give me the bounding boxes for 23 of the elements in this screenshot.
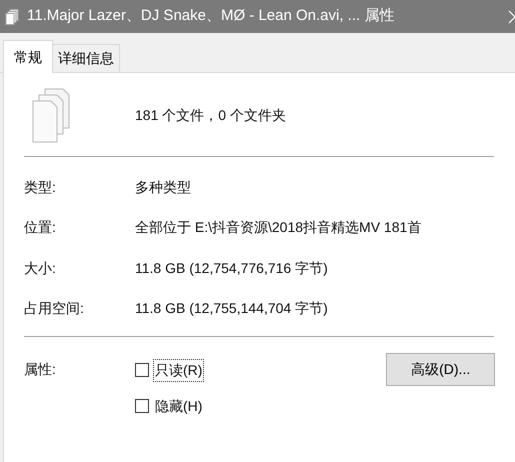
- property-value: 11.8 GB (12,754,776,716 字节): [135, 258, 328, 278]
- property-label: 类型:: [24, 178, 57, 197]
- documents-icon: [5, 8, 19, 24]
- advanced-button[interactable]: 高级(D)...: [386, 353, 495, 386]
- checkbox-label: 隐藏(H): [154, 396, 204, 416]
- checkbox[interactable]: 只读(R): [135, 360, 386, 380]
- tab[interactable]: 常规: [3, 40, 53, 73]
- property-label: 大小:: [24, 258, 57, 278]
- checkbox-box[interactable]: [135, 399, 149, 413]
- checkbox[interactable]: 隐藏(H): [135, 396, 386, 416]
- property-value: 多种类型: [135, 178, 191, 197]
- property-value: 11.8 GB (12,755,144,704 字节): [135, 299, 328, 318]
- attributes-label: 属性:: [24, 360, 57, 379]
- property-value: 全部位于 E:\抖音资源\2018抖音精选MV 181首: [135, 218, 422, 238]
- close-icon[interactable]: [508, 10, 515, 24]
- property-label: 位置:: [24, 218, 57, 238]
- property-label: 占用空间:: [24, 299, 85, 318]
- tab[interactable]: 详细信息: [53, 44, 120, 72]
- documents-icon: [31, 88, 71, 144]
- window-title: 11.Major Lazer、DJ Snake、MØ - Lean On.avi, ... 属性: [27, 6, 394, 26]
- summary-text: 181 个文件，0 个文件夹: [135, 106, 286, 125]
- checkbox-label: 只读(R): [153, 358, 204, 382]
- checkbox-box[interactable]: [135, 363, 149, 377]
